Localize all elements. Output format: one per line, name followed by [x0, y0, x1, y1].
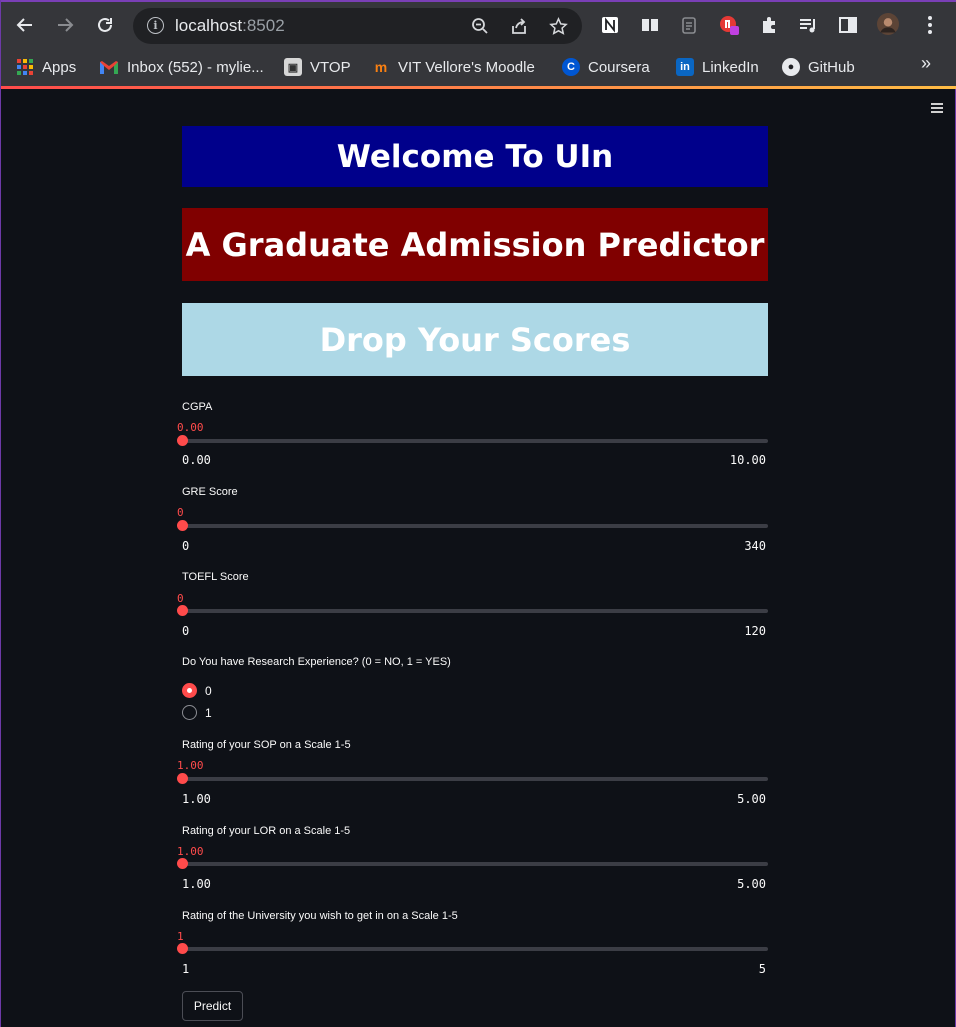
- lor-label: Rating of your LOR on a Scale 1-5: [182, 825, 351, 837]
- sop-max: 5.00: [737, 792, 766, 806]
- adblock-icon[interactable]: [718, 14, 740, 36]
- research-option-0[interactable]: 0: [182, 683, 212, 698]
- bookmark-label: LinkedIn: [702, 58, 759, 76]
- more-bookmarks-button[interactable]: »: [921, 53, 931, 74]
- gre-slider-thumb[interactable]: [177, 520, 188, 531]
- toefl-slider-thumb[interactable]: [177, 605, 188, 616]
- banner-drop-scores: Drop Your Scores: [182, 303, 768, 376]
- github-icon: ●: [782, 58, 800, 76]
- sop-min: 1.00: [182, 792, 211, 806]
- research-label: Do You have Research Experience? (0 = NO…: [182, 656, 451, 668]
- cgpa-slider-thumb[interactable]: [177, 435, 188, 446]
- toefl-max: 120: [744, 624, 766, 638]
- gmail-icon: [100, 61, 118, 74]
- university-rating-slider[interactable]: [177, 943, 768, 954]
- bookmark-coursera[interactable]: C Coursera: [562, 55, 650, 79]
- cgpa-value: 0.00: [177, 421, 204, 434]
- reader-icon[interactable]: [639, 14, 661, 36]
- back-arrow-icon[interactable]: [12, 12, 38, 38]
- sop-label: Rating of your SOP on a Scale 1-5: [182, 739, 351, 751]
- moodle-icon: m: [374, 59, 388, 75]
- coursera-icon: C: [562, 58, 580, 76]
- browser-menu-icon[interactable]: [919, 14, 941, 36]
- apps-grid-icon: [17, 59, 33, 75]
- toefl-slider[interactable]: [177, 605, 768, 616]
- bookmark-linkedin[interactable]: in LinkedIn: [676, 55, 759, 79]
- bookmark-star-icon[interactable]: [547, 15, 569, 37]
- lor-slider[interactable]: [177, 858, 768, 869]
- gre-label: GRE Score: [182, 486, 238, 498]
- lor-slider-thumb[interactable]: [177, 858, 188, 869]
- media-queue-icon[interactable]: [797, 14, 819, 36]
- bookmark-label: Apps: [42, 58, 77, 76]
- lor-max: 5.00: [737, 877, 766, 891]
- gre-max: 340: [744, 539, 766, 553]
- profile-avatar-icon[interactable]: [877, 13, 899, 35]
- vtop-icon: ▣: [284, 58, 302, 76]
- university-rating-min: 1: [182, 962, 190, 976]
- linkedin-icon: in: [676, 58, 694, 76]
- bookmark-label: Coursera: [588, 58, 650, 76]
- site-info-icon[interactable]: i: [147, 17, 164, 34]
- gre-value: 0: [177, 506, 184, 519]
- sop-value: 1.00: [177, 759, 204, 772]
- bookmark-label: VTOP: [310, 58, 351, 76]
- cgpa-min: 0.00: [182, 453, 211, 467]
- gre-min: 0: [182, 539, 190, 553]
- browser-toolbar: i localhost:8502: [1, 0, 956, 48]
- cgpa-label: CGPA: [182, 401, 213, 413]
- banner-welcome: Welcome To UIn: [182, 126, 768, 187]
- side-panel-icon[interactable]: [837, 14, 859, 36]
- lor-value: 1.00: [177, 845, 204, 858]
- clipboard-icon[interactable]: [678, 14, 700, 36]
- toefl-value: 0: [177, 592, 184, 605]
- university-rating-label: Rating of the University you wish to get…: [182, 910, 458, 922]
- radio-option-label: 0: [205, 683, 212, 698]
- share-icon[interactable]: [508, 15, 530, 37]
- predict-button[interactable]: Predict: [182, 991, 243, 1021]
- reload-icon[interactable]: [92, 12, 118, 38]
- bookmark-label: GitHub: [808, 58, 855, 76]
- cgpa-max: 10.00: [729, 453, 766, 467]
- app-header-decoration: [1, 86, 956, 89]
- radio-selected-icon[interactable]: [182, 683, 197, 698]
- lor-min: 1.00: [182, 877, 211, 891]
- bookmark-gmail[interactable]: Inbox (552) - mylie...: [99, 55, 264, 79]
- bookmark-apps[interactable]: Apps: [16, 55, 76, 79]
- bookmark-label: Inbox (552) - mylie...: [127, 58, 264, 76]
- toefl-label: TOEFL Score: [182, 571, 249, 583]
- gre-slider[interactable]: [177, 520, 768, 531]
- bookmark-github[interactable]: ● GitHub: [782, 55, 855, 79]
- cgpa-slider[interactable]: [177, 435, 768, 446]
- banner-title: A Graduate Admission Predictor: [182, 208, 768, 281]
- bookmark-label: VIT Vellore's Moodle: [398, 58, 535, 76]
- bookmark-moodle[interactable]: m VIT Vellore's Moodle: [372, 55, 535, 79]
- bookmark-vtop[interactable]: ▣ VTOP: [284, 55, 351, 79]
- extensions-puzzle-icon[interactable]: [758, 14, 780, 36]
- sop-slider-thumb[interactable]: [177, 773, 188, 784]
- university-rating-max: 5: [758, 962, 766, 976]
- address-bar[interactable]: i localhost:8502: [133, 8, 582, 44]
- app-menu-icon[interactable]: [931, 103, 943, 113]
- zoom-icon[interactable]: [469, 15, 491, 37]
- university-rating-slider-thumb[interactable]: [177, 943, 188, 954]
- sop-slider[interactable]: [177, 773, 768, 784]
- url-text: localhost:8502: [175, 16, 285, 35]
- university-rating-value: 1: [177, 930, 184, 943]
- research-option-1[interactable]: 1: [182, 705, 212, 720]
- toefl-min: 0: [182, 624, 190, 638]
- bookmarks-bar: Apps Inbox (552) - mylie... ▣ VTOP m VIT…: [1, 48, 956, 86]
- radio-unselected-icon[interactable]: [182, 705, 197, 720]
- radio-option-label: 1: [205, 705, 212, 720]
- forward-arrow-icon[interactable]: [52, 12, 78, 38]
- notion-icon[interactable]: [599, 14, 621, 36]
